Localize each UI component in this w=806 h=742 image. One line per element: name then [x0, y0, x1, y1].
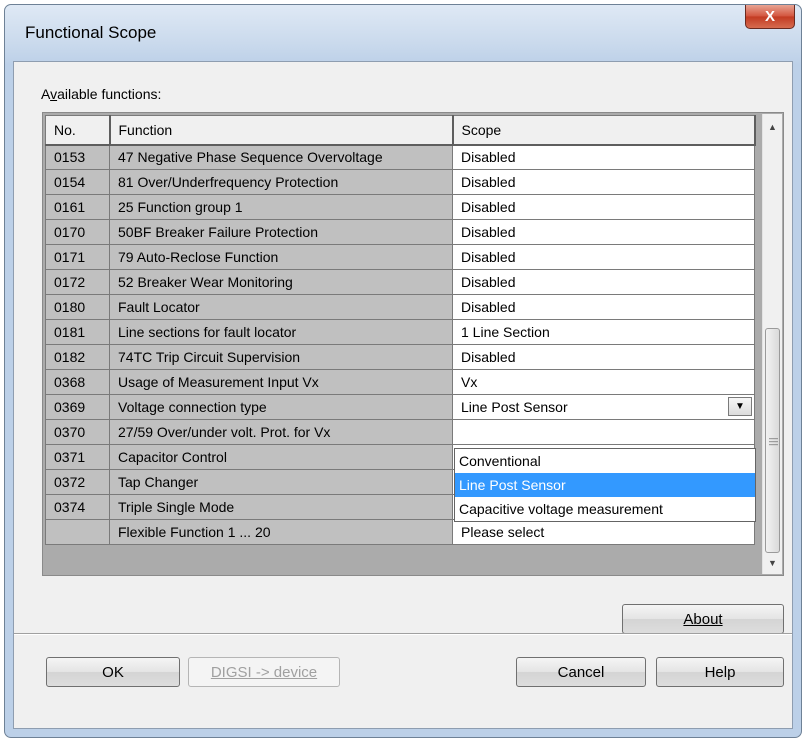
cell-no: 0161 — [45, 194, 110, 220]
cell-scope[interactable]: Disabled — [452, 294, 755, 320]
cell-function: Triple Single Mode — [109, 494, 453, 520]
cell-function: 79 Auto-Reclose Function — [109, 244, 453, 270]
cell-scope[interactable]: 1 Line Section — [452, 319, 755, 345]
dropdown-option[interactable]: Line Post Sensor — [455, 473, 755, 497]
cell-scope[interactable]: Disabled — [452, 344, 755, 370]
cell-no: 0369 — [45, 394, 110, 420]
header-row: No. Function Scope — [45, 115, 756, 146]
cell-function: Usage of Measurement Input Vx — [109, 369, 453, 395]
cell-function: Capacitor Control — [109, 444, 453, 470]
ok-button[interactable]: OK — [46, 657, 180, 687]
table-row[interactable]: 0369 Voltage connection type Line Post Sen… — [45, 394, 755, 420]
cell-function: 81 Over/Underfrequency Protection — [109, 169, 453, 195]
cell-no: 0154 — [45, 169, 110, 195]
scroll-down-arrow-icon[interactable]: ▼ — [763, 554, 782, 572]
title-bar: Functional Scope X — [5, 5, 801, 61]
dropdown-option[interactable]: Capacitive voltage measurement — [455, 497, 755, 521]
functions-grid: No. Function Scope 0153 47 Negative Phase… — [42, 112, 784, 576]
column-header-function[interactable]: Function — [109, 115, 454, 146]
cell-no: 0372 — [45, 469, 110, 495]
cell-scope[interactable] — [452, 419, 755, 445]
cell-scope[interactable]: Disabled — [452, 194, 755, 220]
cell-function: Flexible Function 1 ... 20 — [109, 519, 453, 545]
cell-scope[interactable]: Disabled — [452, 219, 755, 245]
cell-function: 25 Function group 1 — [109, 194, 453, 220]
digsi-to-device-button[interactable]: DIGSI -> device — [188, 657, 340, 687]
cell-function: Voltage connection type — [109, 394, 453, 420]
scope-combobox[interactable]: Line Post Sensor ▼ — [452, 394, 755, 420]
cell-function: Fault Locator — [109, 294, 453, 320]
scrollbar-thumb[interactable]: — — — — [765, 328, 780, 553]
cancel-button[interactable]: Cancel — [516, 657, 646, 687]
cell-no: 0170 — [45, 219, 110, 245]
chevron-down-icon[interactable]: ▼ — [728, 397, 752, 416]
help-button[interactable]: Help — [656, 657, 784, 687]
cell-function: 52 Breaker Wear Monitoring — [109, 269, 453, 295]
about-button[interactable]: About — [622, 604, 784, 634]
table-row[interactable]: 0368 Usage of Measurement Input Vx Vx — [45, 369, 755, 395]
cell-no: 0153 — [45, 144, 110, 170]
cell-function: Tap Changer — [109, 469, 453, 495]
table-row[interactable]: 0180 Fault Locator Disabled — [45, 294, 755, 320]
cell-no: 0180 — [45, 294, 110, 320]
cell-scope[interactable]: Disabled — [452, 169, 755, 195]
table-row[interactable]: 0153 47 Negative Phase Sequence Overvolta… — [45, 144, 755, 170]
cell-function: 27/59 Over/under volt. Prot. for Vx — [109, 419, 453, 445]
cell-scope[interactable]: Please select — [452, 519, 755, 545]
table-row[interactable]: 0161 25 Function group 1 Disabled — [45, 194, 755, 220]
cell-no: 0374 — [45, 494, 110, 520]
vertical-scrollbar[interactable]: ▲ — — — ▼ — [762, 114, 782, 574]
cell-no: 0182 — [45, 344, 110, 370]
close-button[interactable]: X — [745, 5, 795, 29]
scroll-up-arrow-icon[interactable]: ▲ — [763, 118, 782, 136]
cell-function: 50BF Breaker Failure Protection — [109, 219, 453, 245]
dropdown-option[interactable]: Conventional — [455, 449, 755, 473]
grip-icon: — — — — [769, 433, 778, 449]
table-row[interactable]: 0370 27/59 Over/under volt. Prot. for Vx — [45, 419, 755, 445]
combobox-value: Line Post Sensor — [461, 399, 568, 415]
cell-no: 0181 — [45, 319, 110, 345]
cell-function: 74TC Trip Circuit Supervision — [109, 344, 453, 370]
table-row[interactable]: 0172 52 Breaker Wear Monitoring Disabled — [45, 269, 755, 295]
cell-no — [45, 519, 110, 545]
column-header-scope[interactable]: Scope — [452, 115, 756, 146]
table-row[interactable]: 0170 50BF Breaker Failure Protection Disab… — [45, 219, 755, 245]
voltage-connection-dropdown-list: Conventional Line Post Sensor Capacitive v… — [454, 448, 756, 522]
cell-no: 0172 — [45, 269, 110, 295]
table-row[interactable]: 0154 81 Over/Underfrequency Protection Dis… — [45, 169, 755, 195]
table-row[interactable]: 0182 74TC Trip Circuit Supervision Disable… — [45, 344, 755, 370]
available-functions-label: Available functions: — [41, 86, 162, 102]
cell-no: 0371 — [45, 444, 110, 470]
cell-scope[interactable]: Vx — [452, 369, 755, 395]
dialog-client-area: Available functions: No. Function Scope … — [13, 61, 793, 729]
column-header-no[interactable]: No. — [45, 115, 111, 146]
cell-scope[interactable]: Disabled — [452, 244, 755, 270]
cell-function: 47 Negative Phase Sequence Overvoltage — [109, 144, 453, 170]
table-row[interactable]: 0181 Line sections for fault locator 1 Lin… — [45, 319, 755, 345]
window-title: Functional Scope — [25, 23, 157, 42]
cell-function: Line sections for fault locator — [109, 319, 453, 345]
separator — [14, 633, 792, 635]
dialog-window: Functional Scope X Available functions: … — [4, 4, 802, 738]
cell-scope[interactable]: Disabled — [452, 144, 755, 170]
table-row[interactable]: 0171 79 Auto-Reclose Function Disabled — [45, 244, 755, 270]
table-row[interactable]: Flexible Function 1 ... 20 Please select — [45, 519, 755, 545]
cell-no: 0171 — [45, 244, 110, 270]
cell-no: 0368 — [45, 369, 110, 395]
close-icon: X — [764, 8, 775, 25]
cell-scope[interactable]: Disabled — [452, 269, 755, 295]
cell-no: 0370 — [45, 419, 110, 445]
